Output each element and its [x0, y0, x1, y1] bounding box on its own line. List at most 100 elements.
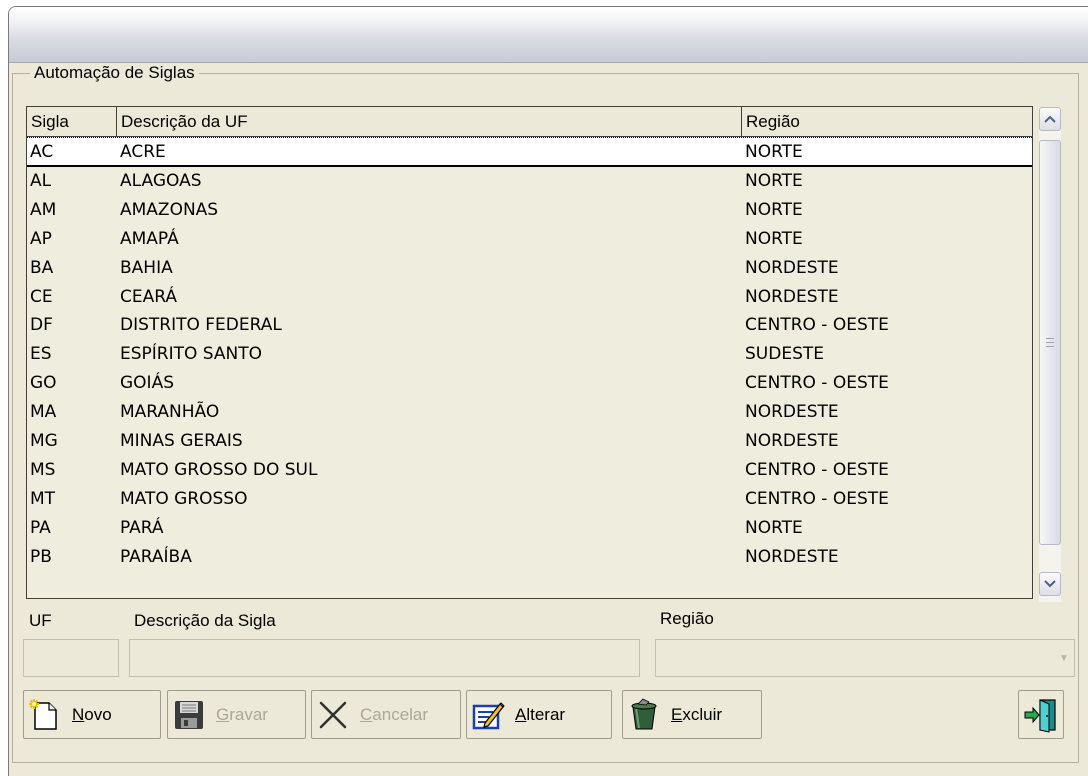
table-row[interactable]: PB PARAÍBA NORDESTE [27, 543, 1032, 572]
cancelar-accel: C [360, 704, 373, 724]
descricao-sigla-field[interactable] [129, 639, 640, 677]
table-row[interactable]: AC ACRE NORTE [27, 137, 1032, 167]
excluir-label: xcluir [682, 704, 723, 724]
grid-scrollbar[interactable] [1039, 107, 1061, 602]
cell-descricao: MATO GROSSO [120, 488, 248, 509]
uf-field[interactable] [23, 639, 119, 677]
regiao-combo[interactable]: ▼ [655, 639, 1075, 677]
cell-descricao: PARÁ [120, 517, 164, 538]
cell-descricao: ACRE [120, 142, 166, 162]
gravar-accel: G [216, 704, 230, 724]
novo-button[interactable]: Novo [23, 690, 161, 739]
cell-sigla: AM [30, 199, 57, 220]
new-document-icon [29, 698, 57, 730]
table-row[interactable]: GO GOIÁS CENTRO - OESTE [27, 369, 1032, 398]
exit-door-icon [1024, 698, 1056, 733]
cell-regiao: NORTE [745, 228, 803, 249]
cell-sigla: PB [30, 546, 52, 567]
cell-regiao: CENTRO - OESTE [745, 459, 889, 480]
table-row[interactable]: AP AMAPÁ NORTE [27, 225, 1032, 254]
column-header-descricao[interactable]: Descrição da UF [117, 107, 742, 136]
alterar-button[interactable]: Alterar [466, 690, 612, 739]
chevron-up-icon [1044, 115, 1056, 123]
cell-regiao: CENTRO - OESTE [745, 488, 889, 509]
siglas-grid[interactable]: Sigla Descrição da UF Região AC ACRE NORTE… [26, 106, 1033, 599]
alterar-label: lterar [526, 704, 566, 724]
table-row[interactable]: MS MATO GROSSO DO SUL CENTRO - OESTE [27, 456, 1032, 485]
table-row[interactable]: AM AMAZONAS NORTE [27, 196, 1032, 225]
uf-label: UF [29, 611, 52, 630]
cell-regiao: NORTE [745, 171, 803, 191]
table-row[interactable]: AL ALAGOAS NORTE [27, 167, 1032, 196]
column-header-regiao[interactable]: Região [742, 107, 1032, 136]
cell-descricao: MATO GROSSO DO SUL [120, 459, 318, 480]
grid-rows: AC ACRE NORTE AL ALAGOAS NORTE AM AMAZONAS NORTE… [27, 137, 1032, 571]
regiao-label: Região [660, 609, 714, 628]
cell-sigla: MG [30, 431, 58, 452]
column-header-sigla[interactable]: Sigla [27, 107, 117, 136]
groupbox-legend: Automação de Siglas [30, 63, 199, 83]
cell-descricao: BAHIA [120, 257, 173, 278]
novo-label: ovo [84, 704, 112, 724]
cell-descricao: GOIÁS [120, 373, 174, 394]
title-bar[interactable] [9, 7, 1088, 63]
excluir-accel: E [671, 704, 683, 724]
novo-accel: N [72, 704, 85, 724]
cell-descricao: AMAPÁ [120, 228, 179, 249]
cell-regiao: NORDESTE [745, 257, 839, 278]
trash-can-icon [631, 698, 657, 729]
status-bar [12, 762, 1079, 775]
scroll-down-button[interactable] [1039, 572, 1061, 596]
cell-sigla: MS [30, 459, 56, 480]
cell-descricao: MARANHÃO [120, 402, 220, 423]
chevron-down-icon [1044, 580, 1056, 588]
cancelar-label: ancelar [372, 704, 429, 724]
table-row[interactable]: ES ESPÍRITO SANTO SUDESTE [27, 340, 1032, 369]
cell-regiao: SUDESTE [745, 344, 824, 365]
table-row[interactable]: MT MATO GROSSO CENTRO - OESTE [27, 485, 1032, 514]
cell-regiao: NORDESTE [745, 546, 839, 567]
cell-sigla: DF [30, 315, 53, 336]
cell-sigla: MT [30, 488, 56, 509]
sair-button[interactable] [1018, 690, 1064, 739]
scroll-up-button[interactable] [1039, 107, 1061, 131]
table-row[interactable]: PA PARÁ NORTE [27, 514, 1032, 543]
edit-pencil-icon [472, 701, 505, 729]
table-row[interactable]: CE CEARÁ NORDESTE [27, 283, 1032, 312]
cell-regiao: NORTE [745, 517, 803, 538]
table-row[interactable]: MA MARANHÃO NORDESTE [27, 398, 1032, 427]
cell-sigla: ES [30, 344, 52, 365]
grid-header: Sigla Descrição da UF Região [27, 107, 1032, 137]
scroll-thumb[interactable] [1039, 140, 1061, 545]
cell-descricao: PARAÍBA [120, 546, 192, 567]
cell-sigla: BA [30, 257, 54, 278]
cell-regiao: NORTE [745, 199, 803, 220]
cancelar-button[interactable]: Cancelar [311, 690, 461, 739]
cell-sigla: AC [30, 142, 54, 162]
cell-regiao: NORTE [745, 142, 803, 162]
alterar-accel: A [515, 704, 527, 724]
descricao-sigla-label: Descrição da Sigla [134, 611, 276, 630]
cell-descricao: DISTRITO FEDERAL [120, 315, 282, 336]
table-row[interactable]: BA BAHIA NORDESTE [27, 254, 1032, 283]
cell-descricao: MINAS GERAIS [120, 431, 243, 452]
cell-descricao: CEARÁ [120, 286, 177, 307]
grip-icon [1046, 338, 1054, 347]
cell-regiao: NORDESTE [745, 286, 839, 307]
excluir-button[interactable]: Excluir [622, 690, 762, 739]
table-row[interactable]: DF DISTRITO FEDERAL CENTRO - OESTE [27, 311, 1032, 340]
cancel-x-icon [319, 701, 347, 728]
cell-descricao: ALAGOAS [120, 171, 202, 191]
cell-regiao: NORDESTE [745, 402, 839, 423]
table-row[interactable]: MG MINAS GERAIS NORDESTE [27, 427, 1032, 456]
dropdown-arrow-icon[interactable]: ▼ [1055, 641, 1073, 675]
cell-sigla: PA [30, 517, 51, 538]
cell-sigla: CE [30, 286, 53, 307]
cell-regiao: CENTRO - OESTE [745, 315, 889, 336]
cell-sigla: AL [30, 171, 52, 191]
cell-regiao: CENTRO - OESTE [745, 373, 889, 394]
gravar-button[interactable]: Gravar [167, 690, 306, 739]
gravar-label: ravar [229, 704, 268, 724]
cell-descricao: AMAZONAS [120, 199, 219, 220]
floppy-disk-icon [175, 700, 203, 729]
